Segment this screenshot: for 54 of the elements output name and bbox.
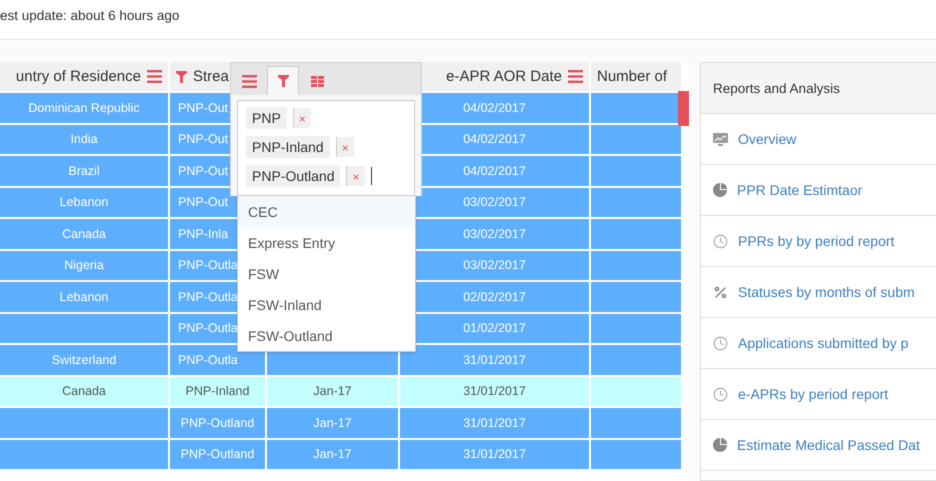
scrollbar-thumb[interactable] <box>678 91 689 126</box>
report-link[interactable]: Statuses by months of subm <box>738 284 915 300</box>
filter-option[interactable]: Express Entry <box>238 227 415 258</box>
pie-chart-icon <box>713 438 727 452</box>
table-cell: Jan-17 <box>267 376 398 406</box>
table-cell: PNP-Outla <box>170 345 265 374</box>
table-cell: Jan-17 <box>267 440 398 469</box>
table-cell: PNP-Outland <box>170 408 265 438</box>
filter-tag: PNP <box>246 107 287 129</box>
clock-icon <box>713 234 728 248</box>
table-cell: Lebanon <box>0 282 168 312</box>
panel-title: Reports and Analysis <box>713 80 840 96</box>
report-link[interactable]: e-APRs by period report <box>738 386 888 402</box>
menu-icon <box>242 75 256 88</box>
columns-icon <box>310 76 324 87</box>
table-cell: 31/01/2017 <box>400 408 589 438</box>
table-cell: PNP-Inland <box>170 376 265 406</box>
filter-option[interactable]: FSW-Outland <box>238 320 415 351</box>
clock-icon <box>713 336 728 350</box>
report-link[interactable]: Applications submitted by p <box>738 335 908 351</box>
percent-icon <box>713 284 728 300</box>
menu-icon <box>568 70 583 83</box>
filter-option[interactable]: FSW-Inland <box>238 289 415 320</box>
menu-tab[interactable] <box>267 66 299 95</box>
last-update-text: est update: about 6 hours ago <box>0 8 180 23</box>
filter-icon <box>176 70 187 82</box>
column-header[interactable]: untry of Residence <box>0 62 168 91</box>
table-cell: Lebanon <box>0 188 168 217</box>
table-cell: PNP-Outland <box>170 440 265 469</box>
table-cell: 31/01/2017 <box>400 345 589 374</box>
table-cell: Brazil <box>0 156 168 186</box>
filter-tag: PNP-Inland <box>246 136 330 158</box>
pie-chart-icon <box>713 183 727 197</box>
report-link[interactable]: PPR Date Estimtaor <box>737 182 862 198</box>
report-link[interactable]: Estimate Medical Passed Dat <box>737 437 920 453</box>
table-cell: Jan-17 <box>267 408 398 438</box>
table-cell: India <box>0 124 168 154</box>
table-cell: Switzerland <box>0 345 168 374</box>
filter-tag: PNP-Outland <box>246 165 340 187</box>
monitor-icon <box>713 132 728 146</box>
column-header[interactable]: Number of <box>591 62 681 91</box>
table-cell: Canada <box>0 376 168 406</box>
filter-icon <box>278 75 288 87</box>
filter-option[interactable]: FSW <box>238 258 415 289</box>
clock-icon <box>713 386 728 402</box>
report-link[interactable]: Overview <box>738 131 796 147</box>
table-cell: Nigeria <box>0 250 168 280</box>
menu-icon <box>147 70 162 83</box>
table-cell: 31/01/2017 <box>400 440 589 469</box>
report-link[interactable]: PPRs by by period report <box>738 233 894 249</box>
filter-option[interactable]: CEC <box>238 196 415 227</box>
table-cell: Dominican Republic <box>0 93 168 122</box>
table-cell: Canada <box>0 219 168 248</box>
table-cell: 31/01/2017 <box>400 376 589 406</box>
